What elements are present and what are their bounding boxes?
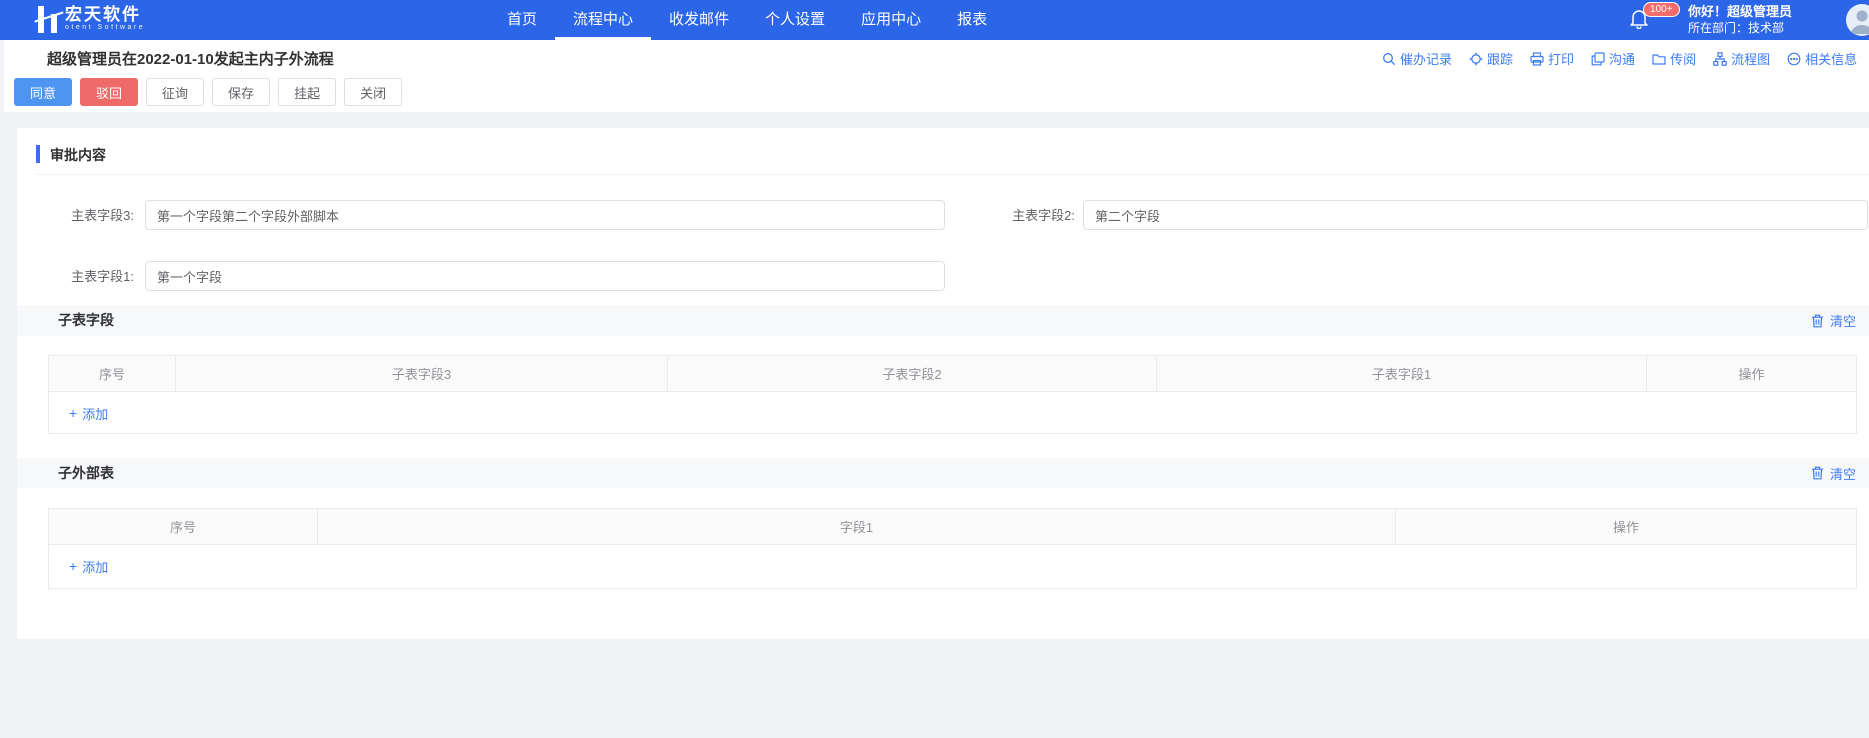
- target-icon: [1469, 52, 1483, 66]
- column-header: 子表字段3: [176, 356, 668, 391]
- avatar-person-icon: [1846, 4, 1869, 36]
- section-title: 审批内容: [50, 145, 106, 165]
- nav-item-mail[interactable]: 收发邮件: [651, 0, 747, 40]
- main-field1-input[interactable]: [145, 261, 945, 291]
- external-subtable-add-row-button[interactable]: + 添加: [69, 557, 108, 576]
- external-subtable-clear-button[interactable]: 清空: [1811, 458, 1856, 488]
- logo-subtitle: otent Software: [65, 24, 145, 31]
- comment-icon: [1787, 52, 1801, 66]
- link-track[interactable]: 跟踪: [1469, 49, 1513, 68]
- notification-count-badge[interactable]: 100+: [1643, 2, 1680, 17]
- copy-icon: [1591, 52, 1605, 66]
- logo-h-icon: [37, 6, 61, 33]
- link-communicate[interactable]: 沟通: [1591, 49, 1635, 68]
- search-icon: [1382, 52, 1396, 66]
- department-text: 所在部门：技术部: [1688, 20, 1792, 36]
- main-field1-label: 主表字段1:: [44, 268, 134, 286]
- save-button[interactable]: 保存: [212, 78, 270, 106]
- nav-item-personal-settings[interactable]: 个人设置: [747, 0, 843, 40]
- process-title: 超级管理员在2022-01-10发起主内子外流程: [47, 48, 334, 69]
- external-subtable-title: 子外部表: [58, 458, 114, 488]
- link-related-info[interactable]: 相关信息: [1787, 49, 1857, 68]
- external-subtable-body: + 添加: [49, 545, 1856, 588]
- trash-icon: [1811, 314, 1824, 328]
- process-toolbar: 超级管理员在2022-01-10发起主内子外流程 催办记录 跟踪 打印 沟通: [4, 40, 1869, 112]
- plus-icon: +: [69, 560, 77, 573]
- subtable: 序号 子表字段3 子表字段2 子表字段1 操作 + 添加: [48, 355, 1857, 434]
- top-navbar: 宏天软件 otent Software 首页 流程中心 收发邮件 个人设置 应用…: [0, 0, 1869, 40]
- column-header: 操作: [1396, 509, 1856, 544]
- reject-button[interactable]: 驳回: [80, 78, 138, 106]
- flow-icon: [1713, 52, 1727, 66]
- column-header: 操作: [1647, 356, 1856, 391]
- link-circulate[interactable]: 传阅: [1652, 49, 1696, 68]
- subtable-title: 子表字段: [58, 305, 114, 336]
- column-header: 子表字段1: [1157, 356, 1647, 391]
- user-greeting: 你好！超级管理员 所在部门：技术部: [1688, 3, 1792, 36]
- close-button[interactable]: 关闭: [344, 78, 402, 106]
- printer-icon: [1530, 52, 1544, 66]
- subtable-body: + 添加: [49, 392, 1856, 433]
- main-field2-label: 主表字段2:: [972, 207, 1075, 225]
- link-print[interactable]: 打印: [1530, 49, 1574, 68]
- quick-links: 催办记录 跟踪 打印 沟通 传阅: [1382, 49, 1869, 68]
- section-accent-bar: [36, 145, 40, 163]
- subtable-add-row-button[interactable]: + 添加: [69, 404, 108, 423]
- greeting-text: 你好！超级管理员: [1688, 3, 1792, 20]
- section-divider: [36, 174, 1869, 175]
- consult-button[interactable]: 征询: [146, 78, 204, 106]
- agree-button[interactable]: 同意: [14, 78, 72, 106]
- column-header: 子表字段2: [668, 356, 1157, 391]
- main-nav: 首页 流程中心 收发邮件 个人设置 应用中心 报表: [489, 0, 1005, 40]
- external-subtable-section-header: 子外部表 清空: [17, 458, 1869, 488]
- external-subtable: 序号 字段1 操作 + 添加: [48, 508, 1857, 589]
- folder-icon: [1652, 52, 1666, 66]
- column-header: 字段1: [318, 509, 1396, 544]
- link-urge-records[interactable]: 催办记录: [1382, 49, 1452, 68]
- column-header: 序号: [49, 356, 176, 391]
- plus-icon: +: [69, 407, 77, 420]
- external-subtable-header-row: 序号 字段1 操作: [49, 509, 1856, 545]
- approval-content-card: 审批内容 主表字段3: 主表字段2: 主表字段1: 子表字段 清空 序号 子表字…: [17, 128, 1869, 639]
- logo-title: 宏天软件: [65, 6, 145, 24]
- nav-item-home[interactable]: 首页: [489, 0, 555, 40]
- main-field3-input[interactable]: [145, 200, 945, 230]
- subtable-clear-button[interactable]: 清空: [1811, 305, 1856, 336]
- action-buttons: 同意 驳回 征询 保存 挂起 关闭: [14, 78, 402, 106]
- subtable-section-header: 子表字段 清空: [17, 305, 1869, 336]
- nav-item-process-center[interactable]: 流程中心: [555, 0, 651, 40]
- avatar[interactable]: [1846, 4, 1869, 36]
- trash-icon: [1811, 466, 1824, 480]
- subtable-header-row: 序号 子表字段3 子表字段2 子表字段1 操作: [49, 356, 1856, 392]
- main-field3-label: 主表字段3:: [44, 207, 134, 225]
- nav-item-reports[interactable]: 报表: [939, 0, 1005, 40]
- suspend-button[interactable]: 挂起: [278, 78, 336, 106]
- app-logo: 宏天软件 otent Software: [37, 6, 145, 33]
- main-field2-input[interactable]: [1083, 200, 1868, 230]
- column-header: 序号: [49, 509, 318, 544]
- link-flow-diagram[interactable]: 流程图: [1713, 49, 1770, 68]
- nav-item-app-center[interactable]: 应用中心: [843, 0, 939, 40]
